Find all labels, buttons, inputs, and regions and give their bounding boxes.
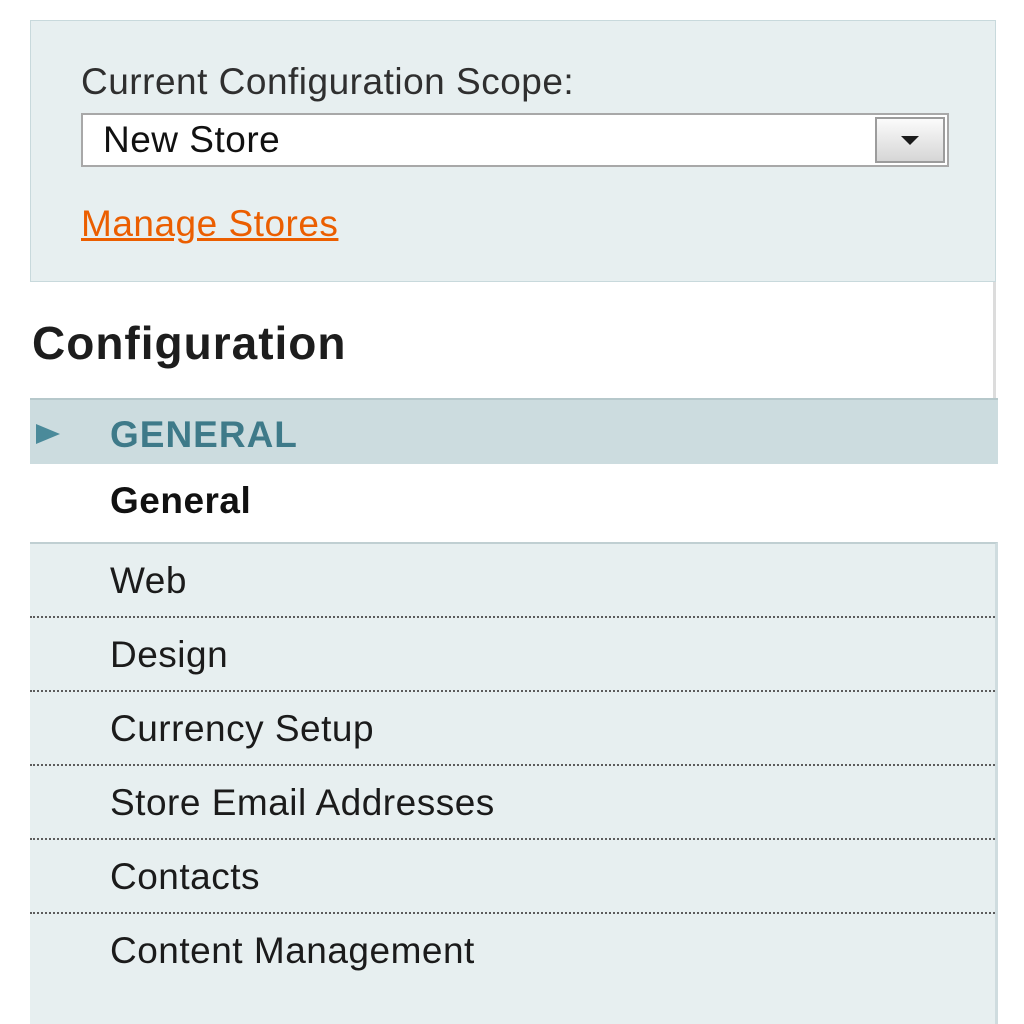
scope-label: Current Configuration Scope: [81,61,575,102]
page-title: Configuration [32,317,347,369]
section-label: GENERAL [110,414,298,455]
manage-stores-link[interactable]: Manage Stores [81,203,338,245]
nav-item-label: Web [110,560,187,601]
nav-item-general[interactable]: General [30,464,998,542]
dropdown-button[interactable] [875,117,945,163]
nav-item-label: Currency Setup [110,708,375,749]
nav-item-currency-setup[interactable]: Currency Setup [30,692,995,766]
nav-item-design[interactable]: Design [30,618,995,692]
nav-item-contacts[interactable]: Contacts [30,840,995,914]
triangle-right-icon [34,422,62,451]
nav-item-label: Design [110,634,229,675]
nav-item-web[interactable]: Web [30,544,995,618]
config-header: Configuration [30,282,996,398]
nav-item-label: General [110,480,252,521]
nav-item-label: Store Email Addresses [110,782,495,823]
nav-item-store-email-addresses[interactable]: Store Email Addresses [30,766,995,840]
chevron-down-icon [901,136,919,145]
section-items-list: Web Design Currency Setup Store Email Ad… [30,542,998,1024]
scope-select[interactable]: New Store [81,113,949,167]
config-sidebar: Current Configuration Scope: New Store M… [30,20,998,1024]
nav-item-content-management[interactable]: Content Management [30,914,995,988]
nav-item-label: Content Management [110,930,475,971]
scope-select-value: New Store [103,119,281,160]
section-header-general[interactable]: GENERAL [30,398,998,464]
scope-switcher-panel: Current Configuration Scope: New Store M… [30,20,996,282]
nav-item-label: Contacts [110,856,261,897]
